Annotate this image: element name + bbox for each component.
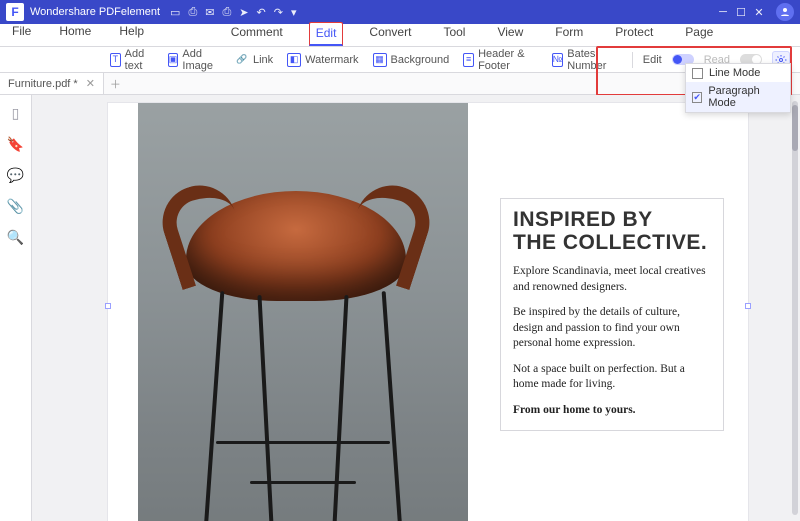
document-tab[interactable]: Furniture.pdf * ✕ (0, 73, 104, 94)
tab-page[interactable]: Page (679, 22, 719, 46)
thumbnails-icon[interactable]: ▯ (12, 105, 20, 122)
link-icon: 🔗 (235, 53, 249, 67)
paragraph: From our home to yours. (513, 403, 711, 419)
dropdown-item-paragraph-mode[interactable]: ✔ Paragraph Mode (686, 82, 790, 112)
tool-label: Background (391, 54, 450, 66)
tool-add-text[interactable]: T Add text (110, 48, 154, 72)
bookmarks-icon[interactable]: 🔖 (7, 136, 24, 153)
close-tab-icon[interactable]: ✕ (86, 77, 95, 90)
background-icon: ▦ (373, 53, 387, 67)
app-logo-icon: F (6, 3, 24, 21)
close-button[interactable]: ✕ (750, 6, 768, 19)
page-handle-right[interactable] (745, 303, 751, 309)
heading-line: INSPIRED BY (513, 208, 653, 231)
edit-mode-dropdown: Line Mode ✔ Paragraph Mode (685, 63, 791, 113)
tab-comment[interactable]: Comment (225, 22, 289, 46)
mode-edit-label: Edit (643, 54, 662, 66)
heading-line: THE COLLECTIVE. (513, 231, 707, 254)
tab-protect[interactable]: Protect (609, 22, 659, 46)
tool-label: Add Image (182, 48, 221, 72)
document-tab-strip: Furniture.pdf * ✕ ＋ (0, 73, 800, 95)
paragraph: Be inspired by the details of culture, d… (513, 305, 711, 352)
document-tab-title: Furniture.pdf * (8, 78, 78, 90)
dropdown-label: Paragraph Mode (708, 85, 784, 109)
heading: INSPIRED BY THE COLLECTIVE. (513, 209, 711, 254)
header-footer-icon: ≡ (463, 53, 474, 67)
tab-tool[interactable]: Tool (437, 22, 471, 46)
tool-link[interactable]: 🔗 Link (235, 53, 273, 67)
tool-label: Watermark (305, 54, 358, 66)
vertical-scrollbar[interactable] (792, 101, 798, 515)
tool-watermark[interactable]: ◧ Watermark (287, 53, 358, 67)
menu-home[interactable]: Home (53, 21, 97, 42)
dropdown-item-line-mode[interactable]: Line Mode (686, 64, 790, 82)
app-title: Wondershare PDFelement (30, 6, 160, 18)
document-canvas[interactable]: INSPIRED BY THE COLLECTIVE. Explore Scan… (32, 95, 800, 521)
tool-label: Header & Footer (478, 48, 538, 72)
tool-header-footer[interactable]: ≡ Header & Footer (463, 48, 537, 72)
menu-file[interactable]: File (6, 21, 37, 42)
add-text-icon: T (110, 53, 121, 67)
dropdown-label: Line Mode (709, 67, 760, 79)
left-sidebar: ▯ 🔖 💬 📎 🔍 (0, 95, 32, 521)
search-icon[interactable]: 🔍 (7, 229, 24, 246)
minimize-button[interactable]: ─ (714, 6, 732, 18)
page-image[interactable] (138, 103, 468, 521)
tab-form[interactable]: Form (549, 22, 589, 46)
tool-label: Link (253, 54, 273, 66)
bates-number-icon: № (552, 53, 564, 67)
page-handle-left[interactable] (105, 303, 111, 309)
tool-label: Add text (125, 48, 154, 72)
print-icon[interactable]: ⎙ (222, 6, 231, 19)
pdf-page[interactable]: INSPIRED BY THE COLLECTIVE. Explore Scan… (108, 103, 748, 521)
menu-bar: File Home Help Comment Edit Convert Tool… (0, 24, 800, 47)
maximize-button[interactable]: ☐ (732, 6, 750, 19)
tool-add-image[interactable]: ▣ Add Image (168, 48, 221, 72)
paragraph: Not a space built on perfection. But a h… (513, 362, 711, 393)
account-avatar-icon[interactable] (776, 3, 794, 21)
undo-icon[interactable]: ↶ (257, 6, 266, 19)
email-icon[interactable]: ✉ (205, 6, 214, 19)
comments-icon[interactable]: 💬 (7, 167, 24, 184)
tool-label: Bates Number (567, 48, 617, 72)
tool-bates-number[interactable]: № Bates Number (552, 48, 618, 72)
page-text-block[interactable]: INSPIRED BY THE COLLECTIVE. Explore Scan… (500, 198, 724, 431)
paragraph: Explore Scandinavia, meet local creative… (513, 264, 711, 295)
add-image-icon: ▣ (168, 53, 179, 67)
attachments-icon[interactable]: 📎 (7, 198, 24, 215)
open-icon[interactable]: ▭ (170, 6, 180, 19)
quick-access-toolbar: ▭ ⎙ ✉ ⎙ ➤ ↶ ↷ ▾ (170, 6, 296, 19)
tab-edit[interactable]: Edit (309, 22, 344, 46)
tab-view[interactable]: View (491, 22, 529, 46)
menu-help[interactable]: Help (113, 21, 150, 42)
workspace: ▯ 🔖 💬 📎 🔍 INSPIRED BY THE COLLECTIVE. (0, 95, 800, 521)
redo-icon[interactable]: ↷ (274, 6, 283, 19)
qat-menu-icon[interactable]: ▾ (291, 6, 297, 19)
share-icon[interactable]: ➤ (239, 6, 248, 19)
separator (632, 52, 633, 68)
edit-toolbar: T Add text ▣ Add Image 🔗 Link ◧ Watermar… (0, 47, 800, 73)
checkbox-icon (692, 68, 703, 79)
save-icon[interactable]: ⎙ (188, 6, 197, 19)
new-tab-button[interactable]: ＋ (104, 76, 127, 92)
checkbox-checked-icon: ✔ (692, 92, 702, 103)
watermark-icon: ◧ (287, 53, 301, 67)
tab-convert[interactable]: Convert (363, 22, 417, 46)
tool-background[interactable]: ▦ Background (373, 53, 450, 67)
